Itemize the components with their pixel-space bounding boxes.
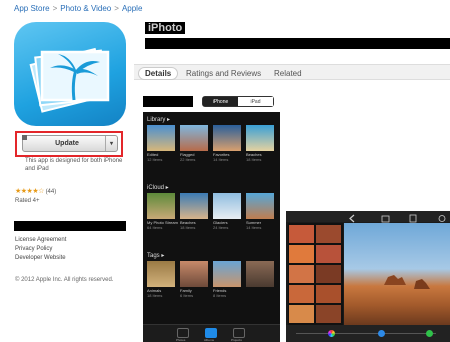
iphone-screenshot[interactable]: Library ▸ Edited 12 Items Flagged 22 Items… (143, 112, 280, 342)
ipad-photo-grid (288, 223, 343, 325)
photo-thumbnail (246, 261, 274, 287)
phone-tab-bar: Photos Albums Projects (143, 324, 280, 342)
copyright: © 2012 Apple Inc. All rights reserved. (15, 277, 114, 283)
device-compatibility-note: This app is designed for both iPhone and… (25, 158, 123, 172)
albums-tab-icon[interactable] (205, 328, 217, 338)
ipad-main-photo (344, 223, 450, 325)
redacted-block (143, 96, 193, 107)
slider-knob[interactable] (426, 330, 433, 337)
breadcrumb: App Store > Photo & Video > Apple (14, 4, 142, 13)
photos-tab-label: Photos (176, 338, 186, 342)
projects-tab-label: Projects (231, 338, 242, 342)
album-caption: Edited 12 Items (147, 152, 163, 162)
album-caption: Family 6 Items (180, 288, 194, 298)
update-button-label: Update (55, 140, 79, 147)
age-rating: Rated 4+ (15, 198, 40, 204)
rating-row: ★★★★☆ (44) (15, 187, 56, 195)
chevron-down-icon[interactable]: ▾ (105, 136, 117, 151)
ipad-screenshot[interactable] (286, 211, 450, 342)
photo-thumbnail (246, 125, 274, 151)
rating-count: (44) (45, 189, 57, 195)
photo-thumbnail (246, 193, 274, 219)
icloud-section-label: iCloud ▸ (147, 185, 169, 191)
redacted-block (145, 38, 450, 49)
album-caption: Friends 8 Items (213, 288, 227, 298)
photo-thumbnail (180, 261, 208, 287)
album-caption: Flagged 22 Items (180, 152, 196, 162)
app-title: iPhoto (145, 22, 186, 34)
breadcrumb-separator: > (52, 4, 58, 13)
albums-tab-label: Albums (204, 338, 215, 342)
star-rating-icon: ★★★★☆ (15, 188, 44, 195)
breadcrumb-apple[interactable]: Apple (122, 4, 142, 13)
tab-details[interactable]: Details (138, 67, 179, 80)
photo-thumbnail (147, 193, 175, 219)
app-store-page: App Store > Photo & Video > Apple Update ▾ T… (0, 0, 450, 342)
photos-tab-icon[interactable] (177, 328, 189, 338)
projects-tab-icon[interactable] (233, 328, 245, 338)
ipad-edit-bar (286, 325, 450, 342)
ipad-toolbar (286, 211, 450, 223)
album-caption: Favorites 14 Items (213, 152, 230, 162)
slider-knob[interactable] (378, 330, 385, 337)
developer-website-link[interactable]: Developer Website (15, 254, 66, 263)
photo-thumbnail (147, 261, 175, 287)
app-links: License Agreement Privacy Policy Develop… (15, 236, 66, 263)
ipad-toggle[interactable]: iPad (238, 97, 273, 106)
device-toggle: iPhone iPad (202, 96, 274, 107)
album-caption: Beaches 18 Items (180, 220, 196, 230)
library-section-label: Library ▸ (147, 117, 171, 123)
color-wheel-icon[interactable] (328, 330, 335, 337)
breadcrumb-photo-video[interactable]: Photo & Video (60, 4, 111, 13)
album-caption: My Photo Stream 64 Items (147, 220, 178, 230)
privacy-policy-link[interactable]: Privacy Policy (15, 245, 66, 254)
app-icon (14, 22, 126, 126)
breadcrumb-app-store[interactable]: App Store (14, 4, 50, 13)
redacted-block (14, 221, 126, 231)
breadcrumb-separator: > (114, 4, 119, 13)
album-caption: Beaches 18 Items (246, 152, 262, 162)
adjust-slider-track[interactable] (296, 333, 436, 334)
button-corner-mark (22, 135, 27, 140)
photo-thumbnail (180, 193, 208, 219)
detail-tabs: Details Ratings and Reviews Related (134, 64, 450, 80)
album-caption: Glaciers 24 Items (213, 220, 229, 230)
license-agreement-link[interactable]: License Agreement (15, 236, 66, 245)
tab-related[interactable]: Related (268, 67, 308, 80)
photo-thumbnail (180, 125, 208, 151)
photo-thumbnail (147, 125, 175, 151)
album-caption: Summer 14 Items (246, 220, 262, 230)
iphone-toggle[interactable]: iPhone (203, 97, 238, 106)
monument-valley-photo (384, 275, 430, 289)
photo-thumbnail (213, 261, 241, 287)
update-button[interactable]: Update ▾ (22, 135, 118, 152)
iphoto-palm-icon (29, 47, 110, 113)
photo-thumbnail (213, 125, 241, 151)
photo-thumbnail (213, 193, 241, 219)
tags-section-label: Tags ▸ (147, 253, 165, 259)
album-caption: Animals 18 Items (147, 288, 163, 298)
tab-ratings-reviews[interactable]: Ratings and Reviews (180, 67, 267, 80)
